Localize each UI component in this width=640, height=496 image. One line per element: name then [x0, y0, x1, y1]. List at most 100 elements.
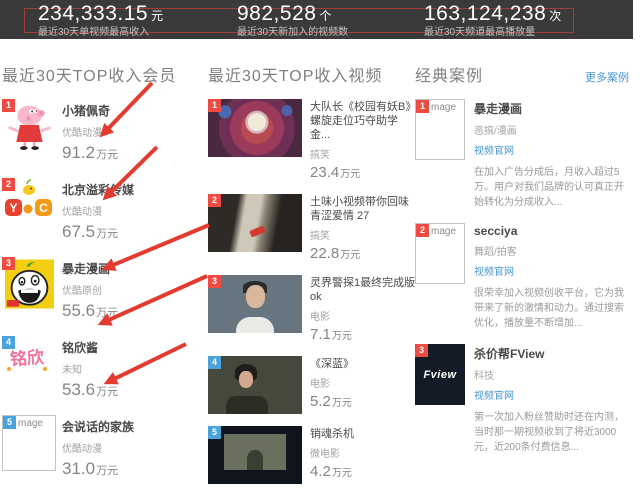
section-title-cases: 经典案例 — [415, 62, 483, 86]
member-avatar-peppa-pig[interactable]: 1 — [2, 99, 58, 163]
stat-value: 234,333.15 — [38, 2, 148, 25]
section-top-videos: 最近30天TOP收入视频 1 大队长《校园有妖B》螺旋走位巧夺助学金... 搞笑… — [208, 62, 418, 496]
member-category: 优酷动漫 — [62, 440, 134, 455]
broken-image-alt-text: mage — [18, 418, 43, 429]
case-row-2[interactable]: 2 mage secciya 舞蹈/拍客 视频官网 很荣幸加入视频创收平台，它为… — [415, 223, 639, 331]
video-row-5[interactable]: 5 销魂杀机 微电影 4.2万元 — [208, 426, 418, 484]
member-avatar-mingxin[interactable]: 4 铭欣 — [2, 336, 58, 400]
stat-label: 最近30天单视频最高收入 — [38, 27, 164, 38]
case-row-3[interactable]: 3 Fview 杀价帮FView 科技 视频官网 第一次加入粉丝赞助时还在内测，… — [415, 344, 639, 455]
member-avatar-broken-image[interactable]: 5 mage — [2, 415, 58, 479]
case-name[interactable]: 暴走漫画 — [474, 100, 632, 117]
video-title[interactable]: 灵界警探1最终完成版ok — [310, 276, 418, 304]
video-thumbnail[interactable]: 3 — [208, 275, 302, 333]
video-category: 电影 — [310, 308, 418, 323]
video-thumbnail[interactable]: 2 — [208, 194, 302, 252]
member-row-4[interactable]: 4 铭欣 铭欣酱 未知 53.6万元 — [2, 336, 208, 400]
video-title[interactable]: 销魂杀机 — [310, 427, 418, 441]
thumbnail-detail — [249, 225, 266, 237]
member-avatar-rage-comic[interactable]: 3 — [2, 257, 58, 321]
section-classic-cases: 经典案例 更多案例 1 mage 暴走漫画 恶搞/漫画 视频官网 在加入广告分成… — [415, 62, 639, 468]
rank-badge: 3 — [208, 275, 221, 288]
stat-value: 163,124,238 — [424, 2, 546, 25]
video-income: 4.2万元 — [310, 463, 418, 481]
svg-text:C: C — [39, 201, 48, 215]
case-image-broken: 1 mage — [415, 99, 465, 160]
case-name[interactable]: secciya — [474, 224, 632, 238]
case-category: 恶搞/漫画 — [474, 122, 632, 137]
stat-unit: 次 — [549, 9, 562, 23]
svg-text:Y: Y — [9, 201, 17, 215]
member-row-1[interactable]: 1 小猪佩奇 优酷动漫 — [2, 99, 208, 163]
stat-unit: 个 — [319, 9, 332, 23]
case-name[interactable]: 杀价帮FView — [474, 345, 632, 362]
video-category: 微电影 — [310, 445, 418, 460]
video-income: 7.1万元 — [310, 326, 418, 344]
video-income: 5.2万元 — [310, 393, 418, 411]
rank-badge: 5 — [3, 416, 16, 429]
fview-logo-text: Fview — [423, 369, 456, 381]
rank-badge: 2 — [208, 194, 221, 207]
member-row-5[interactable]: 5 mage 会说话的家族 优酷动漫 31.0万元 — [2, 415, 208, 479]
thumbnail-detail — [246, 285, 265, 308]
case-category: 科技 — [474, 367, 632, 382]
member-name[interactable]: 会说话的家族 — [62, 418, 134, 435]
thumbnail-detail — [239, 371, 253, 388]
video-thumbnail[interactable]: 5 — [208, 426, 302, 484]
video-title[interactable]: 大队长《校园有妖B》螺旋走位巧夺助学金... — [310, 100, 418, 142]
page: 234,333.15元 最近30天单视频最高收入 982,528个 最近30天新… — [0, 0, 640, 434]
stat-label: 最近30天新加入的视频数 — [237, 27, 348, 38]
member-income: 67.5万元 — [62, 222, 134, 242]
video-title[interactable]: 土味小视频带你回味青涩爱情 27 — [310, 195, 418, 223]
rank-badge: 3 — [2, 257, 15, 270]
stat-new-videos: 982,528个 最近30天新加入的视频数 — [237, 3, 348, 38]
rank-badge: 4 — [2, 336, 15, 349]
case-site-link[interactable]: 视频官网 — [474, 263, 514, 278]
video-row-2[interactable]: 2 土味小视频带你回味青涩爱情 27 搞笑 22.8万元 — [208, 194, 418, 263]
section-title-videos: 最近30天TOP收入视频 — [208, 62, 418, 86]
member-row-3[interactable]: 3 暴走漫画 优酷原创 55.6万元 — [2, 257, 208, 321]
thumbnail-detail — [247, 450, 263, 470]
rank-badge: 3 — [415, 344, 428, 357]
case-row-1[interactable]: 1 mage 暴走漫画 恶搞/漫画 视频官网 在加入广告分成后，月收入超过5万。… — [415, 99, 639, 210]
stats-topbar: 234,333.15元 最近30天单视频最高收入 982,528个 最近30天新… — [0, 0, 633, 39]
stat-unit: 元 — [151, 9, 164, 23]
member-avatar-ylc-logo[interactable]: 2 Y C — [2, 178, 58, 242]
member-row-2[interactable]: 2 Y C 北京溢彩传媒 优酷动漫 67.5万元 — [2, 178, 208, 242]
video-row-3[interactable]: 3 灵界警探1最终完成版ok 电影 7.1万元 — [208, 275, 418, 344]
member-income: 53.6万元 — [62, 380, 118, 400]
video-category: 电影 — [310, 375, 418, 390]
video-thumbnail[interactable]: 1 — [208, 99, 302, 157]
rank-badge: 5 — [208, 426, 221, 439]
case-category: 舞蹈/拍客 — [474, 243, 632, 258]
thumbnail-detail — [226, 396, 268, 414]
video-category: 搞笑 — [310, 146, 418, 161]
video-income: 22.8万元 — [310, 245, 418, 263]
rank-badge: 1 — [208, 99, 221, 112]
stat-label: 最近30天频道最高播放量 — [424, 27, 562, 38]
rank-badge: 2 — [2, 178, 15, 191]
member-income: 91.2万元 — [62, 143, 118, 163]
svg-text:铭欣: 铭欣 — [9, 347, 45, 369]
video-category: 搞笑 — [310, 227, 418, 242]
broken-image-alt-text: mage — [431, 226, 456, 237]
case-image-fview-logo: 3 Fview — [415, 344, 465, 405]
case-site-link[interactable]: 视频官网 — [474, 387, 514, 402]
case-site-link[interactable]: 视频官网 — [474, 142, 514, 157]
more-cases-link[interactable]: 更多案例 — [585, 69, 629, 85]
video-row-4[interactable]: 4 《深蓝》 电影 5.2万元 — [208, 356, 418, 414]
video-income: 23.4万元 — [310, 164, 418, 182]
video-title[interactable]: 《深蓝》 — [310, 357, 418, 371]
rank-badge: 1 — [2, 99, 15, 112]
section-title-members: 最近30天TOP收入会员 — [2, 62, 208, 86]
member-name[interactable]: 北京溢彩传媒 — [62, 181, 134, 198]
member-name[interactable]: 暴走漫画 — [62, 260, 118, 277]
video-row-1[interactable]: 1 大队长《校园有妖B》螺旋走位巧夺助学金... 搞笑 23.4万元 — [208, 99, 418, 182]
video-thumbnail[interactable]: 4 — [208, 356, 302, 414]
member-category: 优酷原创 — [62, 282, 118, 297]
member-name[interactable]: 小猪佩奇 — [62, 102, 118, 119]
case-description: 第一次加入粉丝赞助时还在内测，当时那一期视频收到了将近3000元，近200条付费… — [474, 410, 632, 455]
member-category: 优酷动漫 — [62, 124, 118, 139]
broken-image-alt-text: mage — [431, 102, 456, 113]
member-name[interactable]: 铭欣酱 — [62, 339, 118, 356]
